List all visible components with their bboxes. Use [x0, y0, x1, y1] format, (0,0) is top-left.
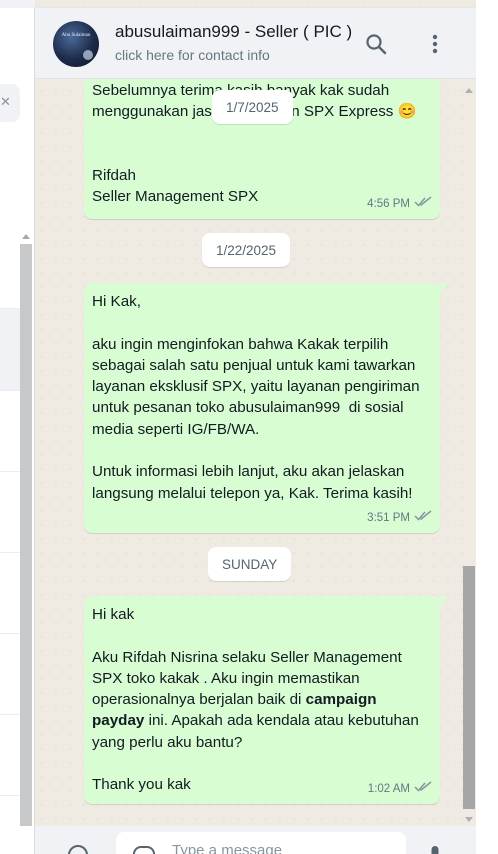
avatar[interactable]: Abu Sulaiman	[53, 21, 99, 67]
bubble-tail	[439, 596, 448, 608]
contact-info-hint[interactable]: click here for contact info	[115, 47, 270, 63]
date-divider: SUNDAY	[208, 547, 292, 581]
double-check-icon	[414, 194, 432, 215]
message-input-box[interactable]	[116, 832, 406, 854]
message-text: Hi kak Aku Rifdah Nisrina selaku Seller …	[92, 604, 432, 796]
double-check-icon	[414, 508, 432, 529]
message-meta: 1:02 AM	[368, 779, 432, 800]
avatar-moon-shape	[83, 50, 93, 60]
chat-list-scrollbar[interactable]	[20, 244, 32, 826]
floating-date-chip: 1/7/2025	[212, 90, 293, 124]
chat-list-divider	[0, 308, 20, 309]
message-time: 4:56 PM	[367, 197, 410, 210]
message-input[interactable]	[172, 842, 392, 854]
message-meta: 4:56 PM	[367, 194, 432, 215]
scroll-up-arrow-icon[interactable]	[465, 88, 473, 93]
kebab-menu-icon[interactable]	[420, 29, 450, 59]
clear-search-icon[interactable]: ✕	[0, 93, 11, 111]
avatar-text: Abu Sulaiman	[61, 33, 91, 38]
search-icon[interactable]	[361, 29, 391, 59]
message-meta: 3:51 PM	[367, 508, 432, 529]
chat-list-panel: ✕	[0, 0, 35, 854]
mic-icon[interactable]	[420, 840, 450, 854]
window-margin	[476, 0, 498, 854]
double-check-icon	[414, 779, 432, 800]
message-time: 3:51 PM	[367, 511, 410, 524]
chat-list-divider	[0, 714, 20, 715]
sticker-icon[interactable]	[132, 845, 156, 854]
message-outgoing[interactable]: Hi kak Aku Rifdah Nisrina selaku Seller …	[84, 596, 448, 804]
conversation-header[interactable]: Abu Sulaiman abusulaiman999 - Seller ( P…	[35, 7, 476, 79]
emoji-icon[interactable]	[63, 840, 93, 854]
chat-list-divider	[0, 390, 20, 391]
scroll-up-arrow-icon[interactable]	[22, 234, 30, 239]
chat-list-divider	[0, 552, 20, 553]
chat-list-divider	[0, 795, 20, 796]
message-outgoing[interactable]: Hi Kak, aku ingin menginfokan bahwa Kaka…	[84, 283, 448, 533]
message-text: Hi Kak, aku ingin menginfokan bahwa Kaka…	[92, 293, 420, 502]
chat-list-header	[0, 0, 35, 8]
message-time: 1:02 AM	[367, 782, 410, 795]
contact-name[interactable]: abusulaiman999 - Seller ( PIC )	[115, 22, 352, 42]
bubble-tail	[439, 283, 448, 295]
composer-bar	[35, 826, 476, 854]
scrollbar-thumb[interactable]	[463, 566, 475, 809]
scroll-down-arrow-icon[interactable]	[465, 817, 473, 822]
chat-list-divider	[0, 633, 20, 634]
date-divider: 1/22/2025	[202, 233, 291, 267]
conversation-scrollbar[interactable]	[463, 84, 476, 824]
chat-list-divider	[0, 471, 20, 472]
chat-list-item-selected[interactable]	[0, 308, 20, 390]
